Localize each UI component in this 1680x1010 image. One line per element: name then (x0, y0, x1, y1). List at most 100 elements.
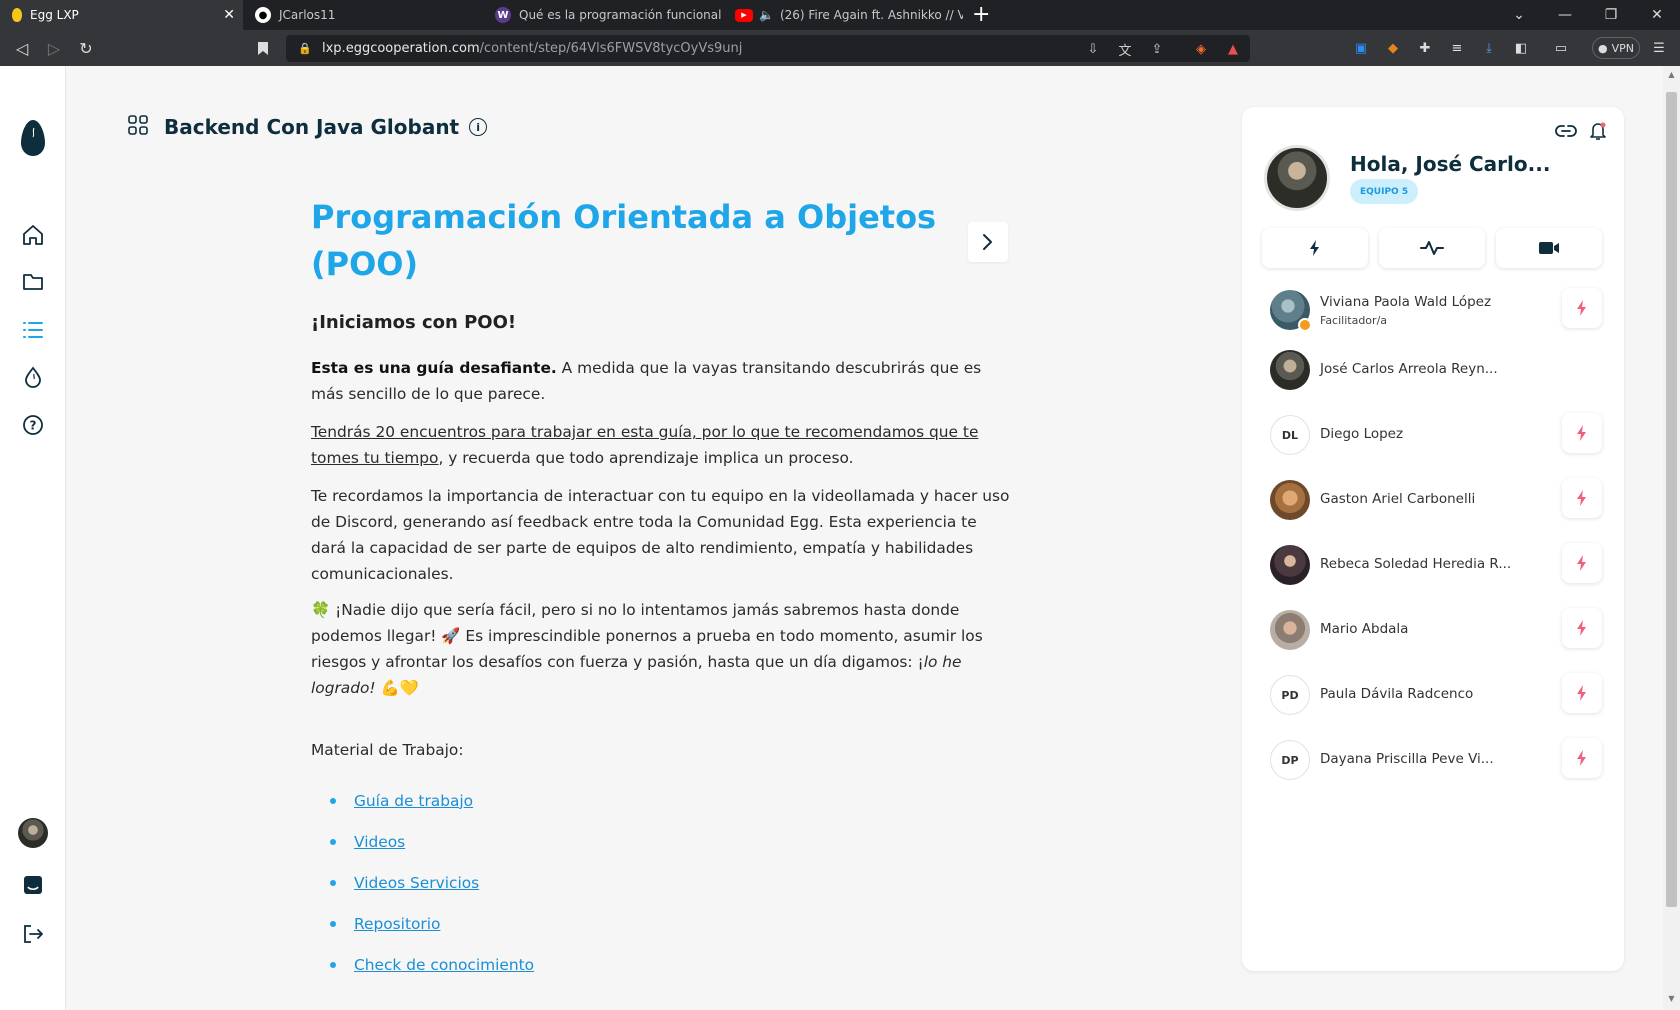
drop-icon[interactable] (19, 363, 47, 391)
boost-button[interactable] (1562, 413, 1602, 453)
downloads-icon[interactable]: ⤓ (1480, 39, 1498, 57)
pulse-icon (1420, 241, 1444, 255)
tab-search-icon[interactable]: ⌄ (1496, 0, 1542, 30)
link-repositorio[interactable]: Repositorio (354, 915, 440, 933)
egg-logo-icon[interactable] (19, 116, 47, 160)
bookmark-icon[interactable] (253, 38, 273, 58)
help-icon[interactable]: ? (19, 411, 47, 439)
share-icon[interactable]: ⇪ (1148, 40, 1166, 58)
brave-rewards-icon[interactable]: ▲ (1224, 40, 1242, 58)
back-icon[interactable]: ◁ (12, 38, 32, 58)
member-row[interactable]: DP Dayana Priscilla Peve Vi... (1270, 738, 1610, 782)
chevron-right-icon (983, 234, 992, 250)
user-avatar[interactable] (18, 818, 48, 848)
member-name: Rebeca Soledad Heredia R... (1320, 556, 1512, 572)
bullet (330, 920, 336, 927)
forward-icon[interactable]: ▷ (44, 38, 64, 58)
brave-shield-icon[interactable]: ◈ (1192, 40, 1210, 58)
youtube-favicon-icon: ▶ (735, 8, 753, 22)
tab-pulse[interactable] (1379, 228, 1485, 268)
team-badge: EQUIPO 5 (1350, 179, 1419, 204)
menu-icon[interactable]: ☰ (1650, 39, 1668, 57)
reload-icon[interactable]: ↻ (76, 38, 96, 58)
home-icon[interactable] (19, 221, 47, 249)
member-avatar (1270, 480, 1310, 520)
course-grid-icon[interactable] (128, 115, 148, 139)
extensions-icon[interactable]: ✚ (1416, 39, 1434, 57)
my-avatar (1264, 145, 1330, 211)
translate-icon[interactable]: 文 (1116, 40, 1134, 59)
bullet (330, 797, 336, 804)
scrollbar-thumb[interactable] (1666, 92, 1677, 907)
boost-button[interactable] (1562, 738, 1602, 778)
link-guia-de-trabajo[interactable]: Guía de trabajo (354, 792, 473, 810)
close-window-button[interactable]: ✕ (1634, 0, 1680, 30)
bolt-icon (1577, 490, 1586, 506)
wallet-icon[interactable]: ▭ (1552, 39, 1570, 57)
browser-toolbar: ◁ ▷ ↻ 🔒 lxp.eggcooperation.com/content/s… (0, 30, 1680, 66)
lock-icon: 🔒 (298, 42, 312, 55)
tab-github[interactable]: ● JCarlos11 (243, 0, 483, 30)
list-item: Videos (330, 821, 534, 862)
course-header: Backend Con Java Globant i (128, 112, 488, 142)
list-icon[interactable] (19, 316, 47, 344)
boost-button[interactable] (1562, 543, 1602, 583)
member-row[interactable]: Gaston Ariel Carbonelli (1270, 478, 1610, 522)
tab-article[interactable]: W Qué es la programación funcional y ca (483, 0, 723, 30)
member-name: Dayana Priscilla Peve Vi... (1320, 751, 1494, 767)
member-name: Mario Abdala (1320, 621, 1409, 637)
install-icon[interactable]: ⇩ (1084, 40, 1102, 58)
tab-egg-lxp[interactable]: Egg LXP ✕ (0, 0, 243, 30)
greeting: Hola, José Carlo... (1350, 152, 1551, 176)
boost-button[interactable] (1562, 478, 1602, 518)
paragraph-motivation: 🍀 ¡Nadie dijo que sería fácil, pero si n… (311, 601, 983, 697)
scroll-up-icon[interactable]: ▲ (1666, 70, 1677, 82)
tab-video[interactable] (1496, 228, 1602, 268)
web-favicon-icon: W (495, 7, 511, 23)
folder-icon[interactable] (19, 268, 47, 296)
member-row[interactable]: Mario Abdala (1270, 608, 1610, 652)
boost-button[interactable] (1562, 673, 1602, 713)
bolt-icon (1577, 300, 1586, 316)
playlist-icon[interactable]: ≡ (1448, 39, 1466, 57)
tab-activity[interactable] (1262, 228, 1368, 268)
member-row[interactable]: DL Diego Lopez (1270, 413, 1610, 457)
tab-youtube[interactable]: ▶ 🔈 (26) Fire Again ft. Ashnikko // Vide (723, 0, 963, 30)
logout-icon[interactable] (19, 920, 47, 948)
close-tab-icon[interactable]: ✕ (223, 7, 235, 23)
boost-button[interactable] (1562, 288, 1602, 328)
restore-button[interactable]: ❐ (1588, 0, 1634, 30)
link-icon[interactable] (1554, 119, 1578, 143)
bell-icon[interactable] (1586, 119, 1610, 143)
link-videos[interactable]: Videos (354, 833, 405, 851)
inbox-icon[interactable] (19, 871, 47, 899)
member-name: Paula Dávila Radcenco (1320, 686, 1474, 702)
sidebar-toggle-icon[interactable]: ◧ (1512, 39, 1530, 57)
metamask-icon[interactable]: ◆ (1384, 39, 1402, 57)
team-panel: Hola, José Carlo... EQUIPO 5 Viviana Pao… (1242, 107, 1624, 971)
member-row[interactable]: PD Paula Dávila Radcenco (1270, 673, 1610, 717)
member-name: Diego Lopez (1320, 426, 1404, 442)
new-tab-button[interactable]: + (972, 2, 990, 28)
member-row[interactable]: Rebeca Soledad Heredia R... (1270, 543, 1610, 587)
bolt-icon (1577, 425, 1586, 441)
facilitator-badge-icon (1298, 318, 1312, 332)
egg-favicon-icon (12, 8, 22, 22)
url-text[interactable]: lxp.eggcooperation.com/content/step/64Vl… (322, 41, 742, 56)
vpn-button[interactable]: ● VPN (1592, 37, 1640, 59)
scroll-down-icon[interactable]: ▼ (1666, 994, 1677, 1006)
member-avatar (1270, 545, 1310, 585)
extension-p-icon[interactable]: ▣ (1352, 39, 1370, 57)
boost-button[interactable] (1562, 608, 1602, 648)
member-row[interactable]: José Carlos Arreola Reyn... (1270, 350, 1610, 392)
member-row[interactable]: Viviana Paola Wald López Facilitador/a (1270, 288, 1610, 332)
address-bar[interactable]: 🔒 lxp.eggcooperation.com/content/step/64… (286, 35, 1250, 62)
minimize-button[interactable]: — (1542, 0, 1588, 30)
tab-title: (26) Fire Again ft. Ashnikko // Vide (779, 8, 963, 22)
link-videos-servicios[interactable]: Videos Servicios (354, 874, 479, 892)
bolt-icon (1577, 685, 1586, 701)
lesson-title: Programación Orientada a Objetos (POO) (311, 198, 937, 283)
link-check-de-conocimiento[interactable]: Check de conocimiento (354, 956, 534, 974)
next-step-button[interactable] (968, 222, 1008, 262)
info-icon[interactable]: i (469, 118, 488, 136)
